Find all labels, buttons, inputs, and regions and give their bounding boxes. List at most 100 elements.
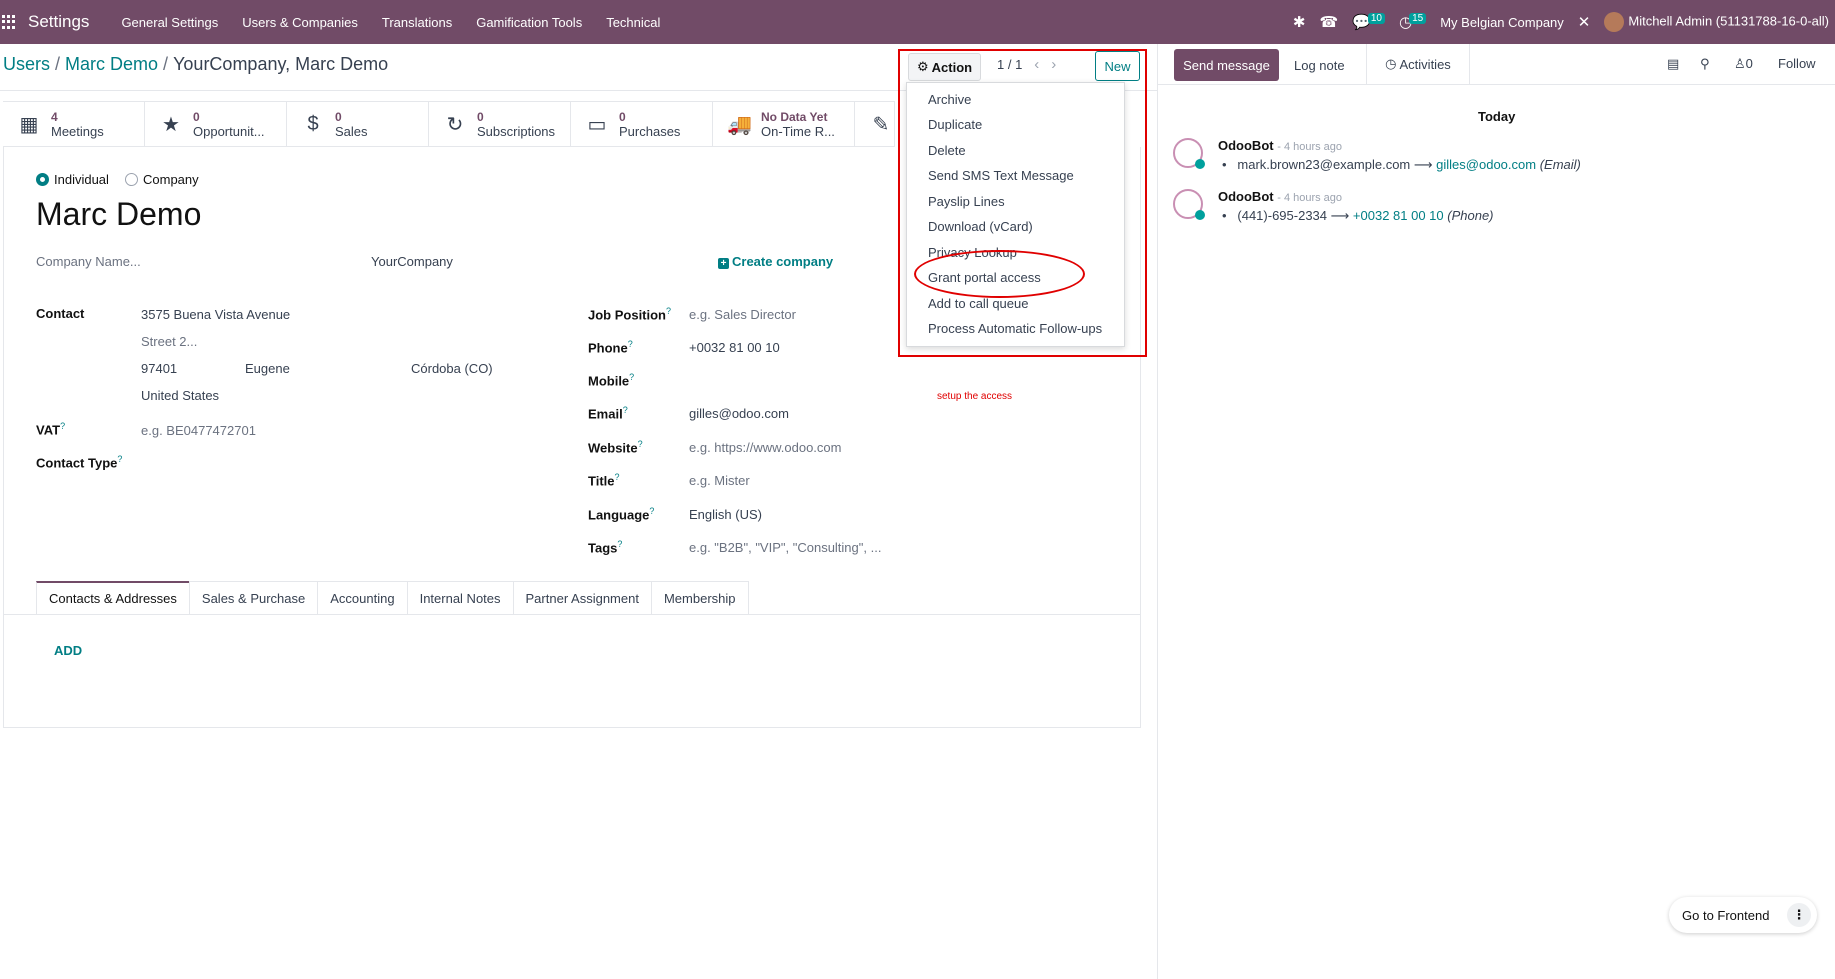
stat-more[interactable]: ✎ (855, 102, 895, 146)
stat-label: On-Time R... (761, 123, 835, 139)
notebook-tabs: Contacts & Addresses Sales & Purchase Ac… (36, 581, 749, 614)
tags-field[interactable]: e.g. "B2B", "VIP", "Consulting", ... (689, 540, 881, 555)
tab-accounting[interactable]: Accounting (317, 581, 408, 614)
menu-gamification-tools[interactable]: Gamification Tools (464, 15, 594, 30)
help-icon[interactable]: ? (638, 439, 643, 449)
send-message-button[interactable]: Send message (1174, 49, 1279, 81)
website-field[interactable]: e.g. https://www.odoo.com (689, 440, 841, 455)
messages-button[interactable]: 💬10 (1352, 13, 1385, 31)
new-value[interactable]: gilles@odoo.com (1436, 157, 1536, 172)
tab-internal-notes[interactable]: Internal Notes (406, 581, 514, 614)
tab-sales-purchase[interactable]: Sales & Purchase (188, 581, 319, 614)
create-company-button[interactable]: + Create company (718, 254, 833, 269)
stat-label: Subscriptions (477, 123, 556, 139)
new-value[interactable]: +0032 81 00 10 (1353, 208, 1444, 223)
avatar (1604, 12, 1625, 32)
breadcrumb-marc-demo[interactable]: Marc Demo (65, 54, 158, 74)
stat-on-time-rate[interactable]: 🚚 No Data Yet On-Time R... (713, 102, 855, 146)
language-field[interactable]: English (US) (689, 507, 762, 522)
help-icon[interactable]: ? (623, 405, 628, 415)
street-field[interactable]: 3575 Buena Vista Avenue (141, 307, 290, 322)
stat-label: Opportunit... (193, 123, 265, 139)
go-to-frontend-button[interactable]: Go to Frontend ⋮ (1669, 897, 1817, 933)
country-field[interactable]: United States (141, 388, 219, 403)
radio-label: Company (143, 172, 199, 187)
contact-type-label-text: Contact Type (36, 455, 118, 471)
breadcrumb-separator: / (163, 54, 169, 74)
breadcrumb-users[interactable]: Users (3, 54, 50, 74)
message-body: • (441)-695-2334 ⟶ +0032 81 00 10 (Phone… (1222, 208, 1494, 223)
help-icon[interactable]: ? (629, 372, 634, 382)
job-label-text: Job Position (588, 307, 666, 323)
arrow-right-icon: ⟶ (1413, 157, 1433, 172)
street2-field[interactable]: Street 2... (141, 334, 197, 349)
partner-name[interactable]: Marc Demo (36, 196, 201, 233)
more-options-icon[interactable]: ⋮ (1787, 903, 1811, 927)
user-name: Mitchell Admin (51131788-16-0-all) (1628, 13, 1829, 29)
add-contact-button[interactable]: ADD (54, 643, 82, 658)
stat-opportunities[interactable]: ★ 0 Opportunit... (145, 102, 287, 146)
message-author: OdooBot - 4 hours ago (1218, 138, 1342, 153)
tabs-divider (3, 614, 1141, 615)
company-field[interactable]: YourCompany (371, 254, 453, 269)
follow-button[interactable]: Follow (1778, 56, 1816, 71)
old-value: (441)-695-2334 (1237, 208, 1328, 223)
company-name-field[interactable]: Company Name... (36, 254, 141, 269)
phone-field[interactable]: +0032 81 00 10 (689, 340, 780, 355)
app-brand[interactable]: Settings (28, 12, 89, 32)
mobile-label: Mobile? (588, 372, 634, 388)
log-note-button[interactable]: Log note (1294, 49, 1345, 81)
menu-users-companies[interactable]: Users & Companies (230, 15, 370, 30)
job-position-field[interactable]: e.g. Sales Director (689, 307, 796, 322)
title-field[interactable]: e.g. Mister (689, 473, 750, 488)
activities-button[interactable]: ◷ Activities (1366, 44, 1470, 84)
paperclip-icon[interactable]: ⚲ (1700, 56, 1710, 72)
phone-icon[interactable]: ☎ (1320, 13, 1339, 31)
zip-field[interactable]: 97401 (141, 361, 177, 376)
help-icon[interactable]: ? (628, 339, 633, 349)
breadcrumb-current: YourCompany, Marc Demo (173, 54, 389, 74)
message-time: - 4 hours ago (1277, 192, 1343, 204)
stat-purchases[interactable]: ▭ 0 Purchases (571, 102, 713, 146)
stat-label: Meetings (51, 123, 104, 139)
menu-general-settings[interactable]: General Settings (109, 15, 230, 30)
vat-field[interactable]: e.g. BE0477472701 (141, 423, 256, 438)
contact-label: Contact (36, 306, 85, 321)
type-individual-radio[interactable]: Individual (36, 172, 109, 187)
help-icon[interactable]: ? (117, 454, 122, 464)
company-switcher[interactable]: My Belgian Company (1440, 15, 1564, 30)
stat-sales[interactable]: $0 Sales (287, 102, 429, 146)
book-icon[interactable]: ▤ (1667, 56, 1679, 72)
type-company-radio[interactable]: Company (125, 172, 199, 187)
breadcrumb-separator: / (55, 54, 61, 74)
email-field[interactable]: gilles@odoo.com (689, 406, 789, 421)
tab-contacts-addresses[interactable]: Contacts & Addresses (36, 581, 190, 614)
user-menu[interactable]: Mitchell Admin (51131788-16-0-all) (1604, 12, 1829, 32)
menu-technical[interactable]: Technical (594, 15, 672, 30)
help-icon[interactable]: ? (666, 306, 671, 316)
menu-translations[interactable]: Translations (370, 15, 464, 30)
message-time: - 4 hours ago (1277, 141, 1343, 153)
bug-icon[interactable]: ✱ (1293, 13, 1306, 31)
author-name[interactable]: OdooBot (1218, 189, 1274, 204)
calendar-icon: ▦ (19, 113, 39, 136)
tab-partner-assignment[interactable]: Partner Assignment (512, 581, 652, 614)
help-icon[interactable]: ? (60, 421, 65, 431)
followers-button[interactable]: ♙0 (1734, 56, 1753, 72)
stat-meetings[interactable]: ▦ 4 Meetings (3, 102, 145, 146)
tab-membership[interactable]: Membership (650, 581, 749, 614)
stat-subscriptions[interactable]: ↻ 0 Subscriptions (429, 102, 571, 146)
stat-value: 4 (51, 109, 58, 124)
arrow-right-icon: ⟶ (1330, 208, 1350, 223)
job-position-label: Job Position? (588, 306, 671, 322)
help-icon[interactable]: ? (649, 506, 654, 516)
city-field[interactable]: Eugene (245, 361, 290, 376)
apps-menu-icon[interactable] (2, 15, 16, 29)
debug-tools-icon[interactable]: ✕ (1578, 13, 1591, 31)
author-name[interactable]: OdooBot (1218, 138, 1274, 153)
help-icon[interactable]: ? (615, 472, 620, 482)
activities-button[interactable]: ◷15 (1399, 13, 1427, 31)
help-icon[interactable]: ? (617, 539, 622, 549)
state-field[interactable]: Córdoba (CO) (411, 361, 493, 376)
contact-type-label: Contact Type? (36, 454, 122, 470)
